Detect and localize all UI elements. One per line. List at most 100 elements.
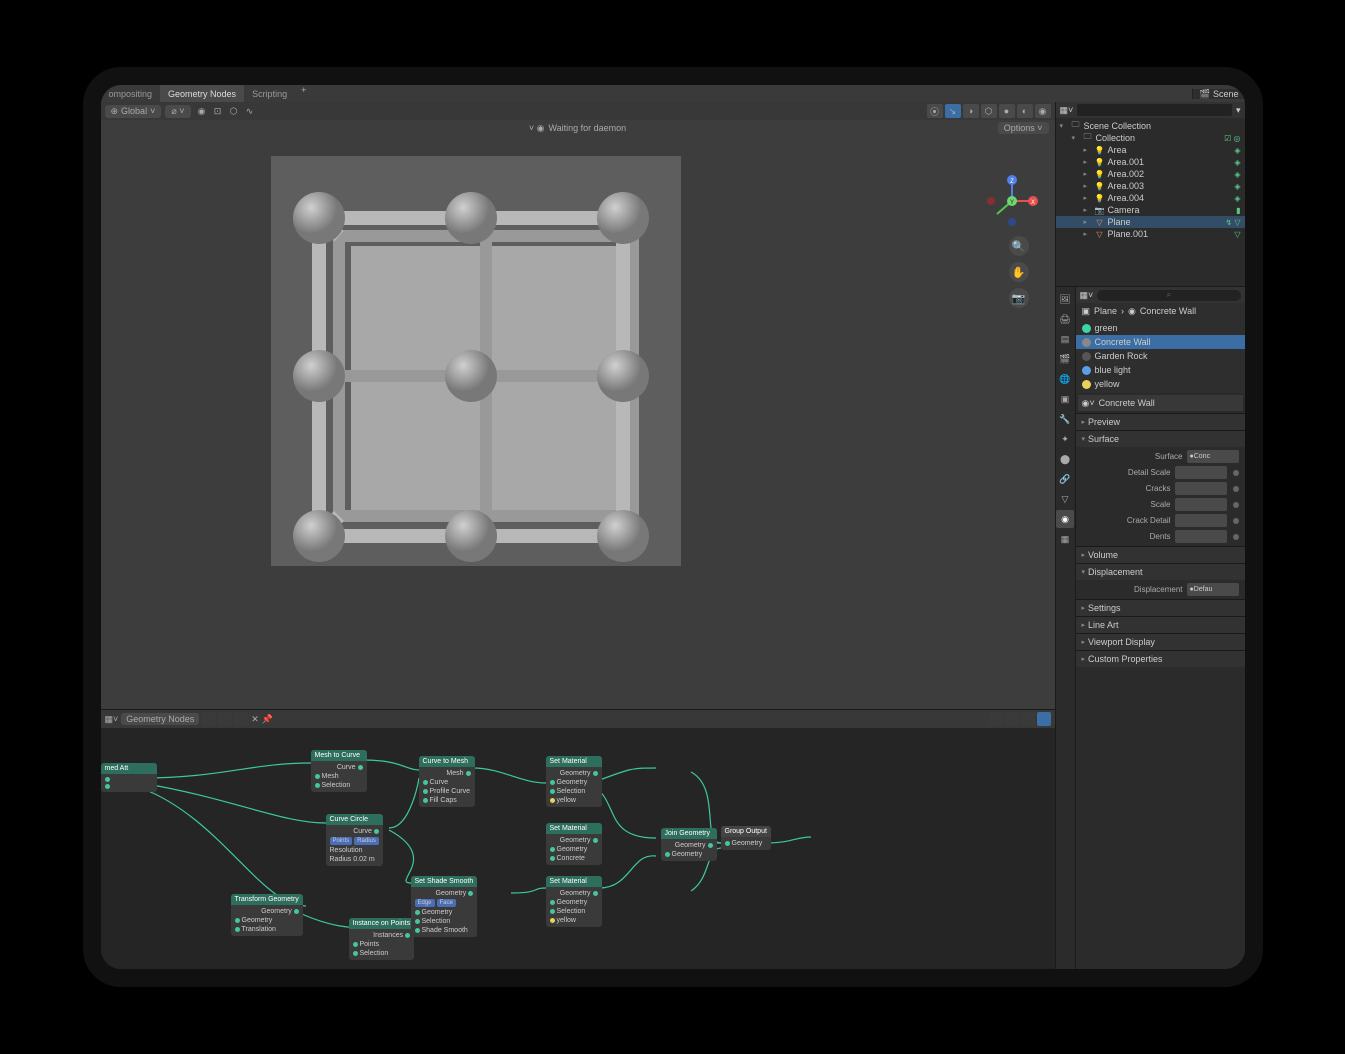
scene-selector[interactable]: 🎬 Scene [1192, 89, 1245, 99]
pivot-icon[interactable]: ⊡ [211, 104, 225, 118]
node-overlay-2[interactable] [1005, 712, 1019, 726]
material-slot-garden-rock[interactable]: Garden Rock [1076, 349, 1245, 363]
material-slot-concrete-wall[interactable]: Concrete Wall [1076, 335, 1245, 349]
prop-tab-modifier[interactable]: 🔧 [1056, 410, 1074, 428]
new-nodetree-icon[interactable] [234, 712, 248, 726]
node-overlay-3[interactable] [1021, 712, 1035, 726]
fake-user-icon[interactable] [218, 712, 232, 726]
material-name-field[interactable]: ◉˅ Concrete Wall [1078, 395, 1243, 411]
tree-collection[interactable]: ▾🗀Collection☑ ◎ [1056, 132, 1245, 144]
displacement-field[interactable]: ● Defau [1187, 583, 1239, 596]
unlink-icon[interactable]: ✕ [251, 714, 259, 725]
panel-line-art-header[interactable]: ▸Line Art [1076, 617, 1245, 633]
tab-scripting[interactable]: Scripting [244, 85, 295, 102]
shading-rendered[interactable]: ◉ [1035, 104, 1051, 118]
dents-field[interactable] [1175, 530, 1227, 543]
proportional-edit-icon[interactable]: ◉ [195, 104, 209, 118]
prop-tab-render[interactable]: 🖼 [1056, 290, 1074, 308]
tree-item-camera[interactable]: ▸📷Camera▮ [1056, 204, 1245, 216]
node-curve-circle[interactable]: Curve Circle Curve PointsRadius Resoluti… [326, 814, 383, 866]
tab-compositing[interactable]: ompositing [101, 85, 161, 102]
breadcrumb-material[interactable]: Concrete Wall [1140, 306, 1196, 316]
prop-tab-physics[interactable]: ⬤ [1056, 450, 1074, 468]
snap-dropdown[interactable]: ⌀ ˅ [165, 105, 190, 118]
node-join-geometry[interactable]: Join Geometry Geometry Geometry [661, 828, 717, 861]
prop-tab-object[interactable]: ▣ [1056, 390, 1074, 408]
node-tree-selector[interactable]: Geometry Nodes [121, 713, 199, 725]
keyframe-dot[interactable] [1233, 470, 1239, 476]
xray-toggle[interactable]: ◑ [963, 104, 979, 118]
tree-item-plane[interactable]: ▸▽Plane↯ ▽ [1056, 216, 1245, 228]
outliner-search[interactable] [1077, 104, 1232, 116]
material-slot-yellow[interactable]: yellow [1076, 377, 1245, 391]
shield-icon[interactable] [202, 712, 216, 726]
panel-settings-header[interactable]: ▸Settings [1076, 600, 1245, 616]
crack-detail-field[interactable] [1175, 514, 1227, 527]
pin-icon[interactable]: 📌 [262, 714, 273, 725]
detail-scale-field[interactable] [1175, 466, 1227, 479]
panel-volume-header[interactable]: ▸Volume [1076, 547, 1245, 563]
node-canvas[interactable]: med Att Mesh to Curve Curve Mesh Selecti… [101, 728, 1055, 969]
zoom-tool-icon[interactable]: 🔍 [1009, 236, 1029, 256]
node-set-shade-smooth[interactable]: Set Shade Smooth Geometry EdgeFace Geome… [411, 876, 478, 937]
tree-item-area004[interactable]: ▸💡Area.004◈ [1056, 192, 1245, 204]
viewport-canvas[interactable]: X Z Y 🔍 ✋ 📷 [101, 136, 1055, 709]
prop-tab-data[interactable]: ▽ [1056, 490, 1074, 508]
shading-material[interactable]: ◐ [1017, 104, 1033, 118]
prop-tab-scene[interactable]: 🎬 [1056, 350, 1074, 368]
panel-surface-header[interactable]: ▾Surface [1076, 431, 1245, 447]
prop-tab-viewlayer[interactable]: ▤ [1056, 330, 1074, 348]
node-editor: ▦˅ Geometry Nodes ✕ 📌 [101, 709, 1055, 969]
prop-tab-texture[interactable]: ▦ [1056, 530, 1074, 548]
node-overlay-1[interactable] [989, 712, 1003, 726]
tree-item-area001[interactable]: ▸💡Area.001◈ [1056, 156, 1245, 168]
snap-icon[interactable]: ⬡ [227, 104, 241, 118]
shading-wireframe[interactable]: ⬡ [981, 104, 997, 118]
surface-shader-field[interactable]: ● Conc [1187, 450, 1239, 463]
shading-solid[interactable]: ● [999, 104, 1015, 118]
outliner-editor-icon[interactable]: ▦˅ [1060, 105, 1074, 116]
pan-tool-icon[interactable]: ✋ [1009, 262, 1029, 282]
node-set-material-2[interactable]: Set Material Geometry Geometry Concrete [546, 823, 602, 865]
outliner-filter-icon[interactable]: ▾ [1236, 105, 1241, 116]
node-named-attribute[interactable]: med Att [101, 763, 157, 792]
viewport-gizmo[interactable]: X Z Y [985, 174, 1039, 228]
gizmo-toggle[interactable]: ↘ [945, 104, 961, 118]
node-transform-geometry[interactable]: Transform Geometry Geometry Geometry Tra… [231, 894, 303, 936]
prop-tab-particles[interactable]: ✦ [1056, 430, 1074, 448]
properties-search[interactable]: ⌕ [1097, 290, 1240, 301]
scale-field[interactable] [1175, 498, 1227, 511]
curve-icon[interactable]: ∿ [243, 104, 257, 118]
tab-geometry-nodes[interactable]: Geometry Nodes [160, 85, 244, 102]
breadcrumb-object[interactable]: Plane [1094, 306, 1117, 316]
tree-item-area003[interactable]: ▸💡Area.003◈ [1056, 180, 1245, 192]
material-slot-blue-light[interactable]: blue light [1076, 363, 1245, 377]
tree-item-area[interactable]: ▸💡Area◈ [1056, 144, 1245, 156]
panel-viewport-display-header[interactable]: ▸Viewport Display [1076, 634, 1245, 650]
prop-tab-output[interactable]: 🖨 [1056, 310, 1074, 328]
node-set-material-3[interactable]: Set Material Geometry Geometry Selection… [546, 876, 602, 927]
editor-type-icon[interactable]: ▦˅ [105, 714, 119, 725]
add-workspace-button[interactable]: + [295, 85, 312, 102]
panel-displacement-header[interactable]: ▾Displacement [1076, 564, 1245, 580]
node-instance-on-points[interactable]: Instance on Points Instances Points Sele… [349, 918, 415, 960]
node-overlay-4[interactable] [1037, 712, 1051, 726]
tree-item-area002[interactable]: ▸💡Area.002◈ [1056, 168, 1245, 180]
tree-item-plane001[interactable]: ▸▽Plane.001▽ [1056, 228, 1245, 240]
prop-tab-constraints[interactable]: 🔗 [1056, 470, 1074, 488]
properties-editor-icon[interactable]: ▦˅ [1080, 290, 1094, 301]
cracks-field[interactable] [1175, 482, 1227, 495]
prop-tab-world[interactable]: 🌐 [1056, 370, 1074, 388]
material-slot-green[interactable]: green [1076, 321, 1245, 335]
node-group-output[interactable]: Group Output Geometry [721, 826, 771, 850]
camera-view-icon[interactable]: 📷 [1009, 288, 1029, 308]
options-dropdown[interactable]: Options ˅ [998, 122, 1049, 134]
orientation-dropdown[interactable]: ⊕ Global ˅ [105, 105, 162, 118]
node-curve-to-mesh[interactable]: Curve to Mesh Mesh Curve Profile Curve F… [419, 756, 475, 807]
overlay-toggle[interactable]: ⦿ [927, 104, 943, 118]
node-set-material-1[interactable]: Set Material Geometry Geometry Selection… [546, 756, 602, 807]
prop-tab-material[interactable]: ◉ [1056, 510, 1074, 528]
panel-preview-header[interactable]: ▸Preview [1076, 414, 1245, 430]
panel-custom-properties-header[interactable]: ▸Custom Properties [1076, 651, 1245, 667]
node-mesh-to-curve[interactable]: Mesh to Curve Curve Mesh Selection [311, 750, 367, 792]
